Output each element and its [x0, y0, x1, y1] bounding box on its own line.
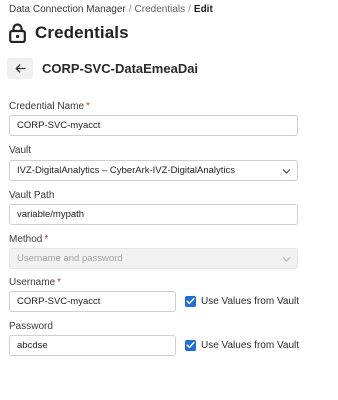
vault-path-input[interactable]: variable/mypath: [9, 204, 298, 225]
breadcrumb-current: Edit: [193, 4, 213, 15]
page-title: Credentials: [35, 23, 129, 42]
username-use-vault-label: Use Values from Vault: [201, 295, 300, 307]
arrow-left-icon: [15, 63, 26, 73]
page-header: Credentials: [9, 22, 129, 44]
method-select: Username and password: [9, 248, 298, 269]
username-use-vault-option[interactable]: Use Values from Vault: [185, 294, 299, 308]
required-mark: *: [86, 101, 90, 112]
vault-path-label: Vault Path: [9, 190, 55, 201]
vault-select[interactable]: IVZ-DigitalAnalytics – CyberArk-IVZ-Digi…: [9, 160, 298, 181]
breadcrumb: Data Connection Manager / Credentials / Edit: [9, 4, 213, 16]
checkmark-icon: [186, 297, 195, 305]
chevron-down-icon: [282, 257, 291, 262]
lock-icon: [9, 23, 26, 44]
password-use-vault-option[interactable]: Use Values from Vault: [185, 338, 299, 352]
sub-header: CORP-SVC-DataEmeaDai: [7, 57, 198, 79]
password-use-vault-checkbox[interactable]: [185, 339, 196, 351]
password-use-vault-label: Use Values from Vault: [201, 339, 300, 351]
vault-select-value: IVZ-DigitalAnalytics – CyberArk-IVZ-Digi…: [17, 165, 236, 176]
method-label: Method *: [9, 234, 49, 245]
username-input[interactable]: CORP-SVC-myacct: [9, 291, 176, 312]
method-select-placeholder: Username and password: [17, 253, 123, 264]
credential-title: CORP-SVC-DataEmeaDai: [42, 60, 199, 76]
back-button[interactable]: [7, 57, 33, 79]
password-input[interactable]: abcdse: [9, 335, 176, 356]
username-label: Username *: [9, 277, 62, 288]
vault-label: Vault: [9, 145, 32, 156]
breadcrumb-separator: /: [188, 4, 191, 15]
breadcrumb-credentials[interactable]: Credentials: [135, 4, 186, 15]
password-label: Password: [9, 321, 53, 332]
checkmark-icon: [186, 341, 195, 349]
username-use-vault-checkbox[interactable]: [185, 295, 196, 307]
required-mark: *: [44, 234, 49, 245]
credential-name-input[interactable]: CORP-SVC-myacct: [9, 115, 298, 136]
breadcrumb-data-connection-manager[interactable]: Data Connection Manager: [9, 4, 126, 15]
chevron-down-icon: [282, 169, 291, 174]
required-mark: *: [57, 277, 62, 288]
breadcrumb-separator: /: [128, 4, 132, 15]
credential-name-label: Credential Name *: [9, 101, 90, 112]
